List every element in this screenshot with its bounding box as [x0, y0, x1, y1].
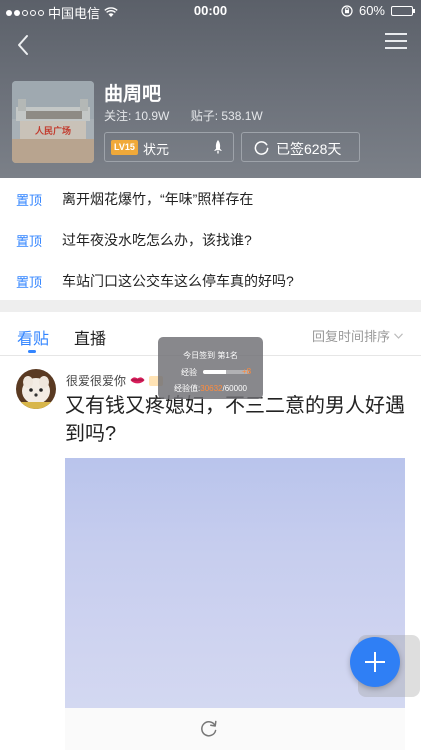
exp-label: 经验: [181, 368, 197, 377]
sign-refresh-icon: [254, 141, 269, 155]
level-badge: LV15: [111, 140, 138, 155]
pinned-item[interactable]: 置顶 车站门口这公交车这么停车真的好吗?: [0, 260, 421, 301]
followers-count: 关注: 10.9W: [104, 109, 170, 123]
new-post-button[interactable]: [350, 637, 400, 687]
pinned-title: 车站门口这公交车这么停车真的好吗?: [62, 273, 294, 289]
post-title[interactable]: 又有钱又疼媳妇，不三二意的男人好遇到吗?: [65, 392, 405, 448]
forum-stats: 关注: 10.9W 贴子: 538.1W: [104, 107, 281, 124]
exp-total: /60000: [222, 384, 247, 393]
sign-days-label: 已签628天: [276, 141, 342, 157]
back-button[interactable]: [10, 30, 40, 60]
author-name: 很爱很爱你: [66, 374, 127, 388]
post-author[interactable]: 很爱很爱你: [66, 372, 164, 389]
back-icon: [18, 35, 28, 55]
active-tab-indicator: [28, 350, 36, 353]
rocket-icon: [214, 140, 222, 154]
pinned-title: 离开烟花爆竹，“年味”照样存在: [62, 191, 254, 207]
battery-icon: [391, 5, 415, 16]
section-divider: [0, 300, 421, 312]
level-title: 状元: [143, 142, 170, 157]
author-avatar[interactable]: [16, 369, 56, 409]
pinned-item[interactable]: 置顶 过年夜没水吃怎么办，该找谁?: [0, 219, 421, 260]
pinned-item[interactable]: 置顶 离开烟花爆竹，“年味”照样存在: [0, 178, 421, 219]
pinned-title: 过年夜没水吃怎么办，该找谁?: [62, 232, 252, 248]
sort-dropdown[interactable]: 回复时间排序: [312, 326, 403, 345]
forum-avatar-image[interactable]: 人民广场: [12, 81, 94, 163]
battery-percent: 60%: [358, 3, 385, 18]
forum-image-sign: 人民广场: [34, 125, 71, 137]
posts-count: 贴子: 538.1W: [190, 109, 263, 123]
sign-rank-text: 今日签到 第1名: [183, 351, 238, 360]
forum-title: 曲周吧: [104, 84, 162, 105]
status-bar: 中国电信 00:00 60%: [0, 0, 421, 22]
menu-button[interactable]: [385, 33, 407, 53]
refresh-bar: [65, 708, 405, 750]
level-button[interactable]: LV15 状元: [104, 132, 234, 162]
pinned-tag: 置顶: [16, 193, 43, 208]
tab-posts[interactable]: 看贴: [17, 325, 49, 349]
sort-label: 回复时间排序: [311, 329, 390, 344]
lips-icon: [130, 377, 145, 384]
rotation-lock-icon: [341, 4, 353, 17]
pinned-tag: 置顶: [16, 275, 43, 290]
exp-value-text: 经验值:30632/60000: [158, 383, 263, 394]
menu-icon: [385, 33, 407, 35]
exp-current: 30632: [200, 384, 223, 393]
signed-in-button[interactable]: 已签628天: [241, 132, 360, 162]
exp-prefix: 经验值:: [174, 384, 201, 393]
pinned-tag: 置顶: [16, 234, 43, 249]
forum-header: 中国电信 00:00 60% 人民广场 曲周吧 关注: 10.9W 贴子: 53…: [0, 0, 421, 178]
refresh-icon[interactable]: [199, 718, 219, 738]
pinned-list: 置顶 离开烟花爆竹，“年味”照样存在 置顶 过年夜没水吃怎么办，该找谁? 置顶 …: [0, 178, 421, 301]
exp-gain: +8: [242, 367, 252, 376]
chevron-down-icon: [394, 332, 403, 339]
tab-live[interactable]: 直播: [74, 325, 106, 349]
